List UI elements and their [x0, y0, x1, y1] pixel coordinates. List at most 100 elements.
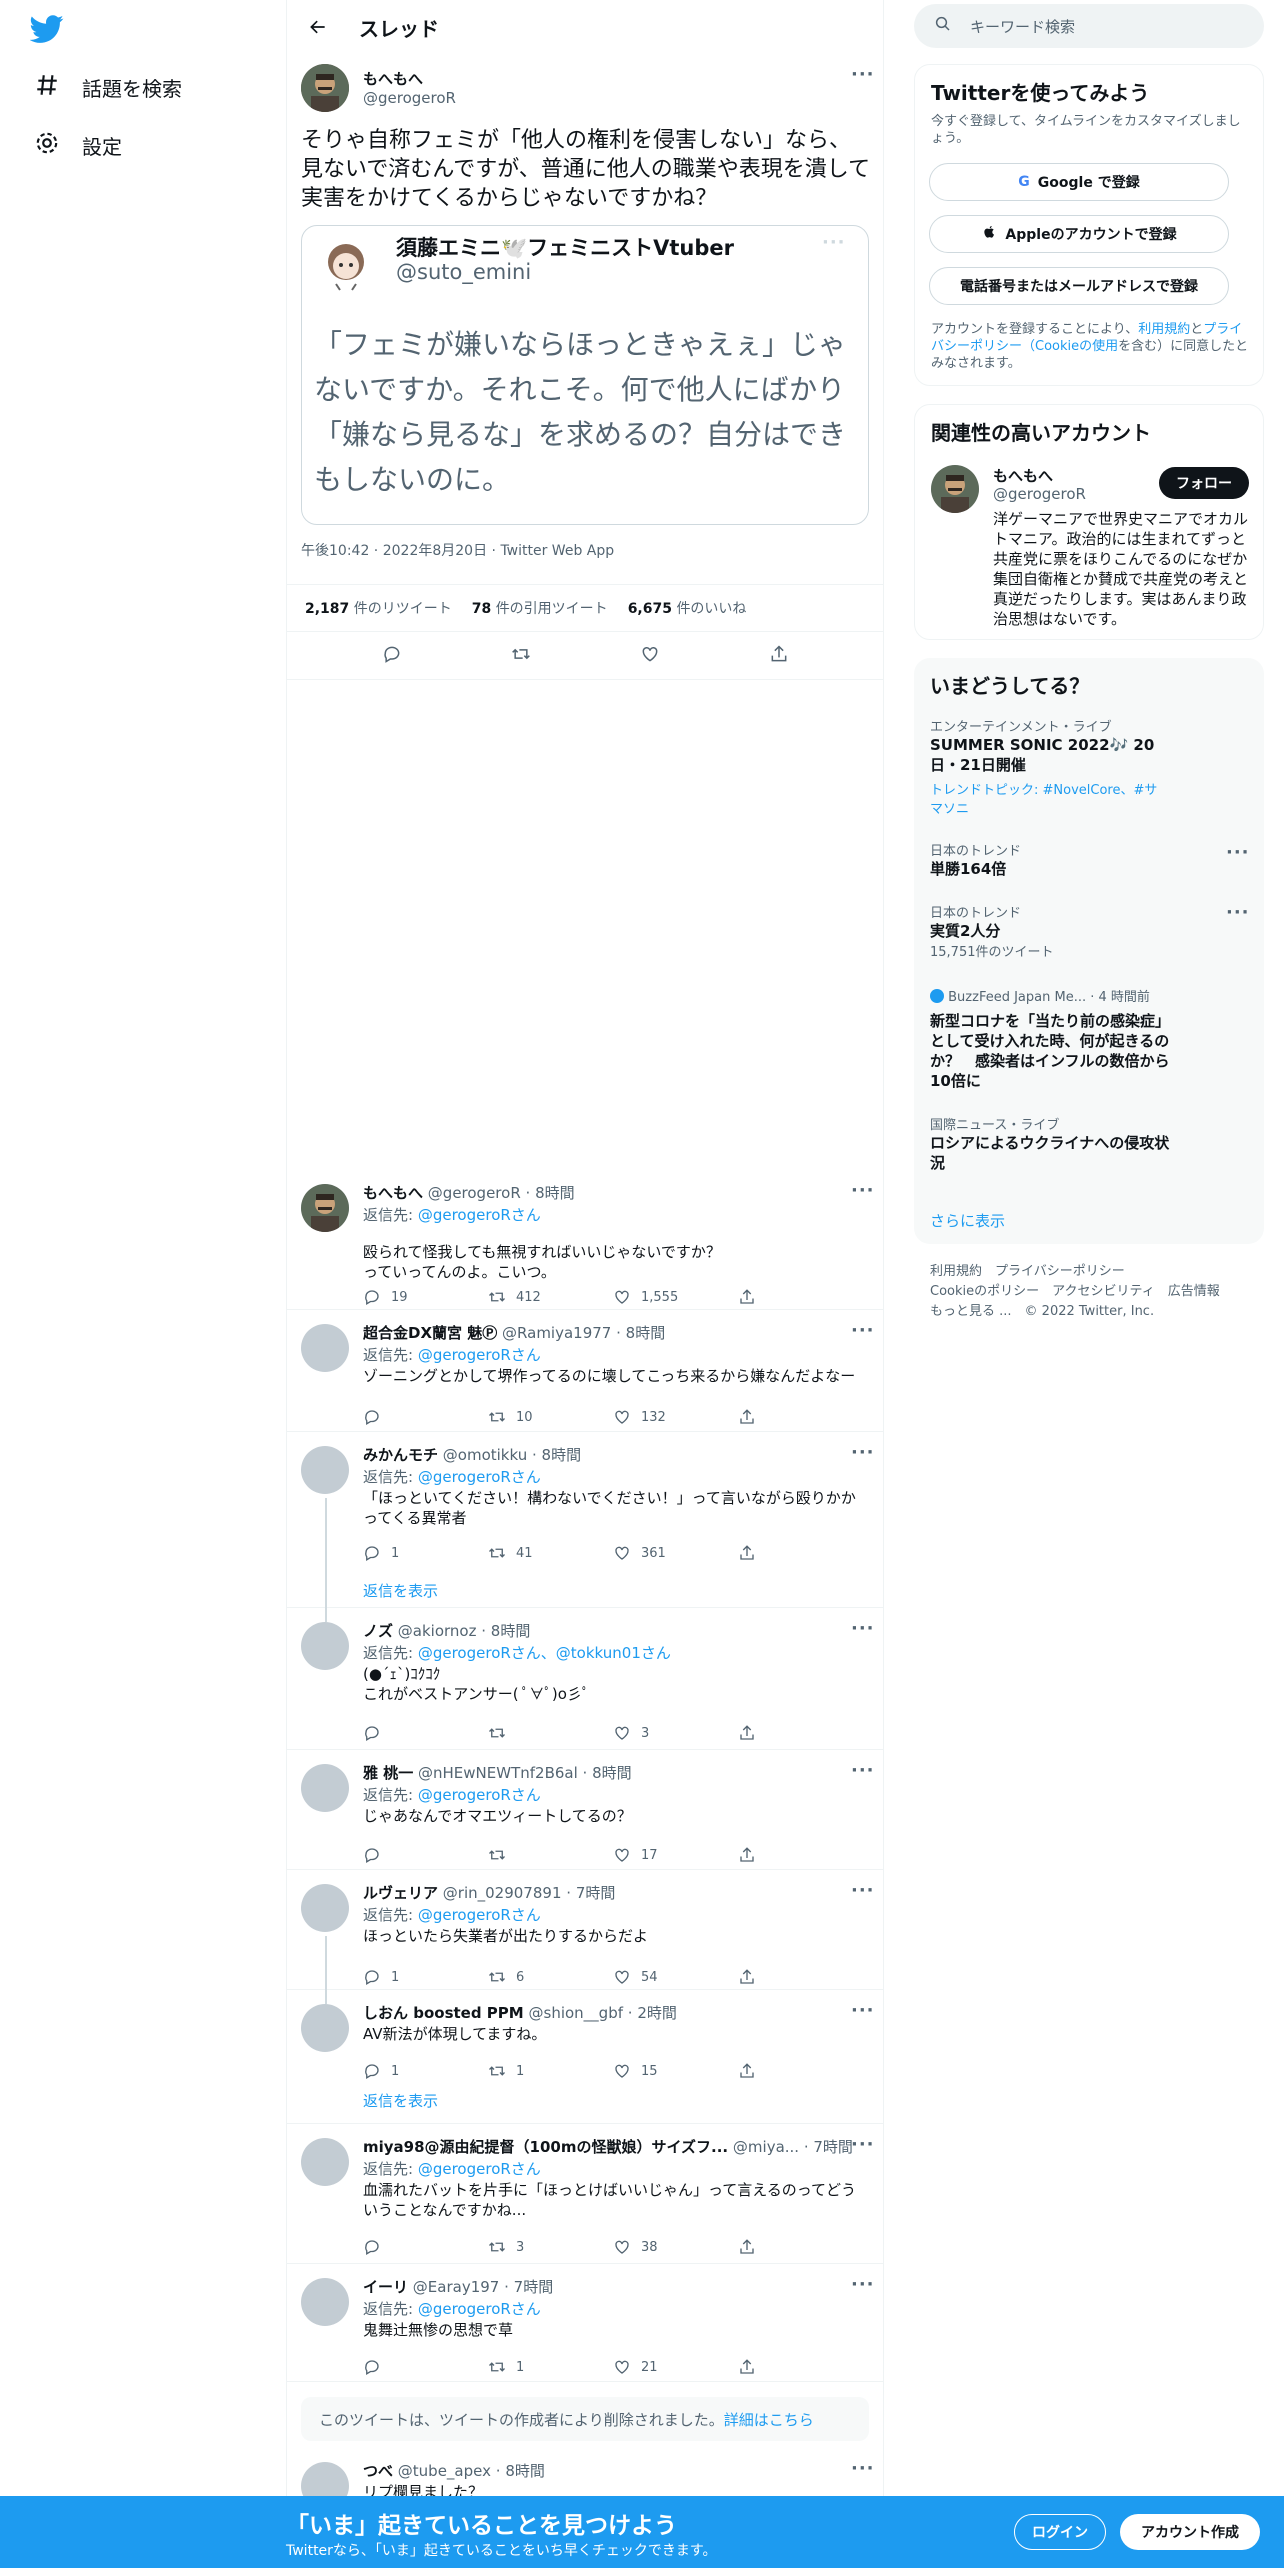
reply-tweet[interactable]: miya98@源由紀提督（100mの怪獣娘）サイズフ... @miya... ·…: [287, 2124, 884, 2264]
reply-author-name[interactable]: しおん boosted PPM: [363, 2004, 524, 2022]
reply-author-handle[interactable]: @gerogeroR: [428, 1184, 521, 1202]
reply-time[interactable]: 7時間: [813, 2138, 853, 2156]
avatar[interactable]: [301, 1324, 349, 1372]
trend-more-icon[interactable]: ···: [1226, 902, 1250, 923]
reply-to-link[interactable]: @gerogeroRさん: [418, 2300, 541, 2318]
tweet-time[interactable]: 午後10:42: [301, 543, 369, 559]
trend-item[interactable]: エンターテインメント・ライブ SUMMER SONIC 2022🎶 20日・21…: [930, 716, 1230, 817]
reply-icon[interactable]: 1: [363, 1544, 488, 1562]
like-icon[interactable]: 3: [613, 1724, 738, 1742]
reply-author-name[interactable]: miya98@源由紀提督（100mの怪獣娘）サイズフ...: [363, 2138, 728, 2156]
tweet-author-handle[interactable]: @gerogeroR: [363, 89, 456, 107]
trend-item[interactable]: BuzzFeed Japan Me... · 4 時間前 新型コロナを「当たり前…: [930, 986, 1230, 1091]
avatar[interactable]: [301, 64, 349, 112]
retweet-icon[interactable]: 412: [488, 1288, 613, 1306]
related-avatar[interactable]: [931, 465, 979, 513]
more-icon[interactable]: ···: [851, 64, 875, 85]
more-icon[interactable]: ···: [851, 1442, 875, 1463]
like-icon[interactable]: 38: [613, 2238, 738, 2256]
quote-count[interactable]: 78 件の引用ツイート: [472, 598, 608, 618]
share-icon[interactable]: [738, 1968, 863, 1986]
like-icon[interactable]: 15: [613, 2062, 738, 2080]
sidebar-item-settings[interactable]: 設定: [34, 130, 122, 161]
reply-author-name[interactable]: 超合金DX蘭宮 魅Ⓟ: [363, 1324, 497, 1342]
reply-time[interactable]: 8時間: [505, 2462, 545, 2480]
retweet-icon[interactable]: 10: [488, 1408, 613, 1426]
reply-time[interactable]: 8時間: [592, 1764, 632, 1782]
reply-icon[interactable]: [363, 2358, 488, 2376]
reply-icon[interactable]: [363, 1846, 488, 1864]
reply-tweet[interactable]: 雅 桃一 @nHEwNEWTnf2B6al · 8時間 ··· 返信先: @gero…: [287, 1750, 884, 1870]
reply-author-handle[interactable]: @akiornoz: [398, 1622, 477, 1640]
reply-tweet[interactable]: ノズ @akiornoz · 8時間 ··· 返信先: @gerogeroRさん、@…: [287, 1608, 884, 1750]
reply-tweet[interactable]: ルヴェリア @rin_02907891 · 7時間 ··· 返信先: @geroge…: [287, 1870, 884, 2004]
retweet-icon[interactable]: [511, 644, 531, 668]
tweet-author-name[interactable]: もへもへ: [363, 68, 423, 89]
deleted-details-link[interactable]: 詳細はこちら: [724, 2409, 814, 2430]
avatar[interactable]: [301, 1446, 349, 1494]
google-signup-button[interactable]: G Google で登録: [929, 163, 1229, 201]
more-icon[interactable]: ···: [851, 1880, 875, 1901]
reply-author-name[interactable]: ルヴェリア: [363, 1884, 438, 1902]
reply-time[interactable]: 7時間: [576, 1884, 616, 1902]
reply-to-link[interactable]: @gerogeroRさん、@tokkun01さん: [418, 1644, 671, 1662]
more-icon[interactable]: ···: [851, 2274, 875, 2295]
avatar[interactable]: [301, 1764, 349, 1812]
reply-time[interactable]: 2時間: [637, 2004, 677, 2022]
reply-tweet[interactable]: 超合金DX蘭宮 魅Ⓟ @Ramiya1977 · 8時間 ··· 返信先: @ger…: [287, 1310, 884, 1432]
apple-signup-button[interactable]: Appleのアカウントで登録: [929, 215, 1229, 253]
reply-author-name[interactable]: つべ: [363, 2462, 393, 2480]
like-icon[interactable]: 1,555: [613, 1288, 738, 1306]
reply-to-link[interactable]: @gerogeroRさん: [418, 1346, 541, 1364]
share-icon[interactable]: [738, 2062, 863, 2080]
trend-more-icon[interactable]: ···: [1226, 842, 1250, 863]
reply-author-handle[interactable]: @rin_02907891: [443, 1884, 562, 1902]
avatar[interactable]: [301, 2004, 349, 2052]
avatar[interactable]: [301, 1184, 349, 1232]
reply-author-handle[interactable]: @Ramiya1977: [502, 1324, 611, 1342]
reply-to-link[interactable]: @gerogeroRさん: [418, 1906, 541, 1924]
share-icon[interactable]: [738, 1288, 863, 1306]
terms-link[interactable]: 利用規約: [1138, 322, 1190, 337]
reply-author-handle[interactable]: @nHEwNEWTnf2B6al: [418, 1764, 578, 1782]
quoted-tweet[interactable]: 須藤エミニ🕊️フェミニストVtuber @suto_emini ··· 「フェミ…: [301, 225, 869, 525]
footer-link[interactable]: 利用規約: [930, 1264, 982, 1279]
more-icon[interactable]: ···: [851, 2134, 875, 2155]
reply-author-name[interactable]: もへもへ: [363, 1184, 423, 1202]
like-icon[interactable]: 21: [613, 2358, 738, 2376]
retweet-icon[interactable]: [488, 1724, 613, 1742]
search-box[interactable]: キーワード検索: [914, 4, 1264, 48]
reply-tweet[interactable]: みかんモチ @omotikku · 8時間 ··· 返信先: @gerogeroRさ…: [287, 1432, 884, 1622]
reply-author-handle[interactable]: @miya...: [733, 2138, 799, 2156]
reply-author-handle[interactable]: @omotikku: [443, 1446, 527, 1464]
retweet-icon[interactable]: 6: [488, 1968, 613, 1986]
show-replies-link[interactable]: 返信を表示: [363, 1580, 438, 1601]
footer-link[interactable]: アクセシビリティ: [1052, 1284, 1155, 1299]
retweet-count[interactable]: 2,187 件のリツイート: [305, 598, 452, 618]
more-icon[interactable]: ···: [851, 1180, 875, 1201]
footer-link[interactable]: 広告情報: [1168, 1284, 1220, 1299]
reply-time[interactable]: 8時間: [542, 1446, 582, 1464]
like-count[interactable]: 6,675 件のいいね: [628, 598, 747, 618]
search-input[interactable]: キーワード検索: [970, 16, 1075, 37]
more-icon[interactable]: ···: [851, 1760, 875, 1781]
like-icon[interactable]: 17: [613, 1846, 738, 1864]
footer-link[interactable]: もっと見る ...: [930, 1304, 1012, 1319]
avatar[interactable]: [301, 2138, 349, 2186]
avatar[interactable]: [301, 1622, 349, 1670]
share-icon[interactable]: [738, 1846, 863, 1864]
reply-to-link[interactable]: @gerogeroRさん: [418, 1206, 541, 1224]
share-icon[interactable]: [769, 644, 789, 668]
related-handle[interactable]: @gerogeroR: [993, 485, 1086, 503]
reply-time[interactable]: 8時間: [535, 1184, 575, 1202]
like-icon[interactable]: 132: [613, 1408, 738, 1426]
retweet-icon[interactable]: [488, 1846, 613, 1864]
reply-to-link[interactable]: @gerogeroRさん: [418, 1468, 541, 1486]
trend-item[interactable]: 日本のトレンド 単勝164倍: [930, 840, 1230, 879]
retweet-icon[interactable]: 1: [488, 2062, 613, 2080]
reply-author-name[interactable]: 雅 桃一: [363, 1764, 413, 1782]
reply-time[interactable]: 7時間: [514, 2278, 554, 2296]
signup-button[interactable]: アカウント作成: [1120, 2514, 1260, 2550]
reply-to-link[interactable]: @gerogeroRさん: [418, 1786, 541, 1804]
reply-tweet[interactable]: もへもへ @gerogeroR · 8時間 ··· 返信先: @gerogeroRさ…: [287, 1170, 884, 1310]
